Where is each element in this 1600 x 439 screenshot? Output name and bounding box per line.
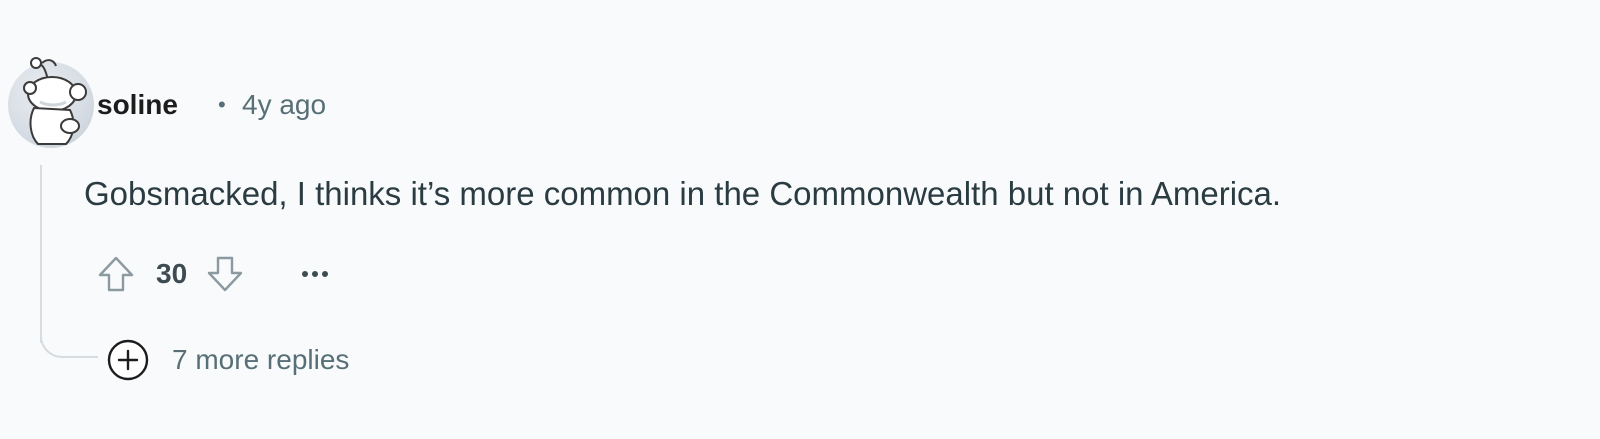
thread-line[interactable]: [40, 165, 42, 343]
more-replies-label: 7 more replies: [172, 344, 350, 375]
meta-separator: •: [218, 92, 226, 117]
thread-elbow: [40, 320, 98, 358]
comment-action-bar: 30: [92, 250, 339, 298]
more-replies-button[interactable]: 7 more replies: [106, 338, 349, 382]
arrow-up-outline-icon: [98, 256, 134, 292]
author-username[interactable]: soline: [97, 88, 178, 122]
comment: soline • 4y ago Gobsmacked, I thinks it’…: [0, 0, 1600, 439]
ellipsis-icon: [302, 271, 329, 277]
user-avatar[interactable]: [8, 57, 94, 148]
upvote-button[interactable]: [92, 250, 140, 298]
comment-body: Gobsmacked, I thinks it’s more common in…: [84, 175, 1282, 212]
overflow-menu-button[interactable]: [291, 250, 339, 298]
snoo-avatar-icon: [23, 57, 87, 145]
arrow-down-outline-icon: [207, 256, 243, 292]
comment-timestamp[interactable]: 4y ago: [242, 88, 326, 122]
vote-score: 30: [156, 258, 188, 289]
plus-circle-icon: [107, 339, 149, 381]
downvote-button[interactable]: [201, 250, 249, 298]
